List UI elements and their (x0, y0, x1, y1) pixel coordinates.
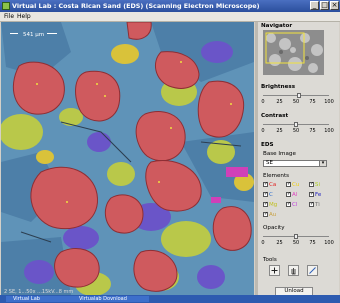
scale-bar-right (47, 33, 57, 34)
close-button[interactable]: × (330, 1, 339, 10)
base-image-select[interactable]: SE ▾ (263, 160, 327, 167)
checkbox-box[interactable]: ✓ (263, 192, 268, 197)
contrast-slider-thumb[interactable] (294, 122, 298, 127)
element-checkbox-si[interactable]: ✓Si (309, 182, 320, 188)
tools-heading: Tools (263, 257, 277, 263)
element-symbol-label: Al (292, 192, 298, 198)
checkbox-box[interactable]: ✓ (309, 182, 314, 187)
navigator-heading: Navigator (261, 23, 293, 29)
hand-icon (291, 268, 296, 275)
element-checkbox-cl[interactable]: ✓Cl (286, 202, 297, 208)
tick-label: 25 (276, 128, 283, 134)
checkbox-box[interactable]: ✓ (286, 182, 291, 187)
tick-label: 75 (309, 128, 316, 134)
tick-label: 100 (324, 99, 334, 105)
checkbox-box[interactable]: ✓ (286, 192, 291, 197)
element-checkbox-cu[interactable]: ✓Cu (286, 182, 299, 188)
brightness-slider[interactable] (263, 93, 329, 98)
menu-bar: File Help (0, 12, 340, 22)
elements-label: Elements (263, 173, 290, 179)
tick-label: 0 (261, 99, 265, 105)
tick-label: 100 (324, 128, 334, 134)
contrast-slider[interactable] (263, 122, 329, 127)
checkbox-box[interactable]: ✓ (263, 202, 268, 207)
element-checkbox-mg[interactable]: ✓Mg (263, 202, 277, 208)
checkbox-box[interactable]: ✓ (309, 202, 314, 207)
taskbar-item-download[interactable]: Virtualab Dovnload (72, 296, 149, 302)
brightness-heading: Brightness (261, 84, 296, 90)
taskbar-item-virtual-lab[interactable]: Virtual Lab (6, 296, 73, 302)
tick-label: 100 (324, 240, 334, 246)
taskbar: Virtual Lab Virtualab Dovnload (0, 295, 340, 303)
tick-label: 75 (309, 240, 316, 246)
sem-image-viewer[interactable]: 541 μm (1, 22, 254, 295)
tick-label: 25 (276, 99, 283, 105)
element-checkbox-ca[interactable]: ✓Ca (263, 182, 276, 188)
element-checkbox-au[interactable]: ✓Au (263, 212, 276, 218)
sem-image (1, 22, 254, 295)
element-symbol-label: Cu (292, 182, 300, 188)
window-title: Virtual Lab : Costa Rican Sand (EDS) (Sc… (12, 2, 260, 10)
element-symbol-label: Ti (315, 202, 320, 208)
tick-label: 25 (276, 240, 283, 246)
element-symbol-label: Cl (292, 202, 298, 208)
measure-icon (309, 267, 316, 274)
scale-label: 541 μm (23, 32, 45, 38)
navigator-thumbnail[interactable] (263, 30, 324, 75)
opacity-slider-thumb[interactable] (294, 234, 298, 239)
element-symbol-label: Mg (269, 202, 278, 208)
tick-label: 0 (261, 128, 265, 134)
menu-file[interactable]: File (4, 13, 14, 20)
menu-help[interactable]: Help (17, 13, 31, 20)
tick-label: 0 (261, 240, 265, 246)
checkbox-box[interactable]: ✓ (263, 212, 268, 217)
element-checkbox-ti[interactable]: ✓Ti (309, 202, 320, 208)
eds-heading: EDS (261, 142, 274, 148)
element-symbol-label: Fe (315, 192, 322, 198)
app-window: Virtual Lab : Costa Rican Sand (EDS) (Sc… (0, 0, 340, 303)
tick-label: 50 (292, 99, 300, 105)
element-symbol-label: Si (315, 182, 321, 188)
checkbox-box[interactable]: ✓ (286, 202, 291, 207)
tick-label: 75 (309, 99, 316, 105)
checkbox-box[interactable]: ✓ (263, 182, 268, 187)
scale-bar-left (10, 33, 18, 34)
checkbox-box[interactable]: ✓ (309, 192, 314, 197)
add-icon (271, 267, 278, 274)
navigator-image (263, 30, 324, 75)
add-tool-button[interactable] (269, 265, 280, 276)
element-symbol-label: C (269, 192, 273, 198)
measure-tool-button[interactable] (307, 265, 318, 276)
element-checkbox-al[interactable]: ✓Al (286, 192, 297, 198)
contrast-heading: Contrast (261, 113, 289, 119)
element-checkbox-c[interactable]: ✓C (263, 192, 273, 198)
brightness-slider-thumb[interactable] (296, 93, 301, 98)
control-panel: Navigator Brightness 0 25 50 75 100 Cont… (258, 22, 339, 295)
base-image-label: Base Image (263, 151, 296, 157)
app-icon (2, 2, 10, 10)
hand-tool-button[interactable] (288, 265, 299, 276)
title-bar: Virtual Lab : Costa Rican Sand (EDS) (Sc… (0, 0, 340, 12)
opacity-heading: Opacity (263, 225, 285, 231)
tick-label: 50 (292, 128, 300, 134)
minimize-button[interactable]: _ (310, 1, 319, 10)
chevron-down-icon: ▾ (319, 161, 326, 166)
element-checkbox-fe[interactable]: ✓Fe (309, 192, 321, 198)
maximize-button[interactable]: □ (320, 1, 329, 10)
tick-label: 50 (292, 240, 300, 246)
element-symbol-label: Au (269, 212, 277, 218)
base-image-value: SE (266, 160, 273, 166)
element-symbol-label: Ca (269, 182, 277, 188)
opacity-slider[interactable] (263, 234, 329, 239)
